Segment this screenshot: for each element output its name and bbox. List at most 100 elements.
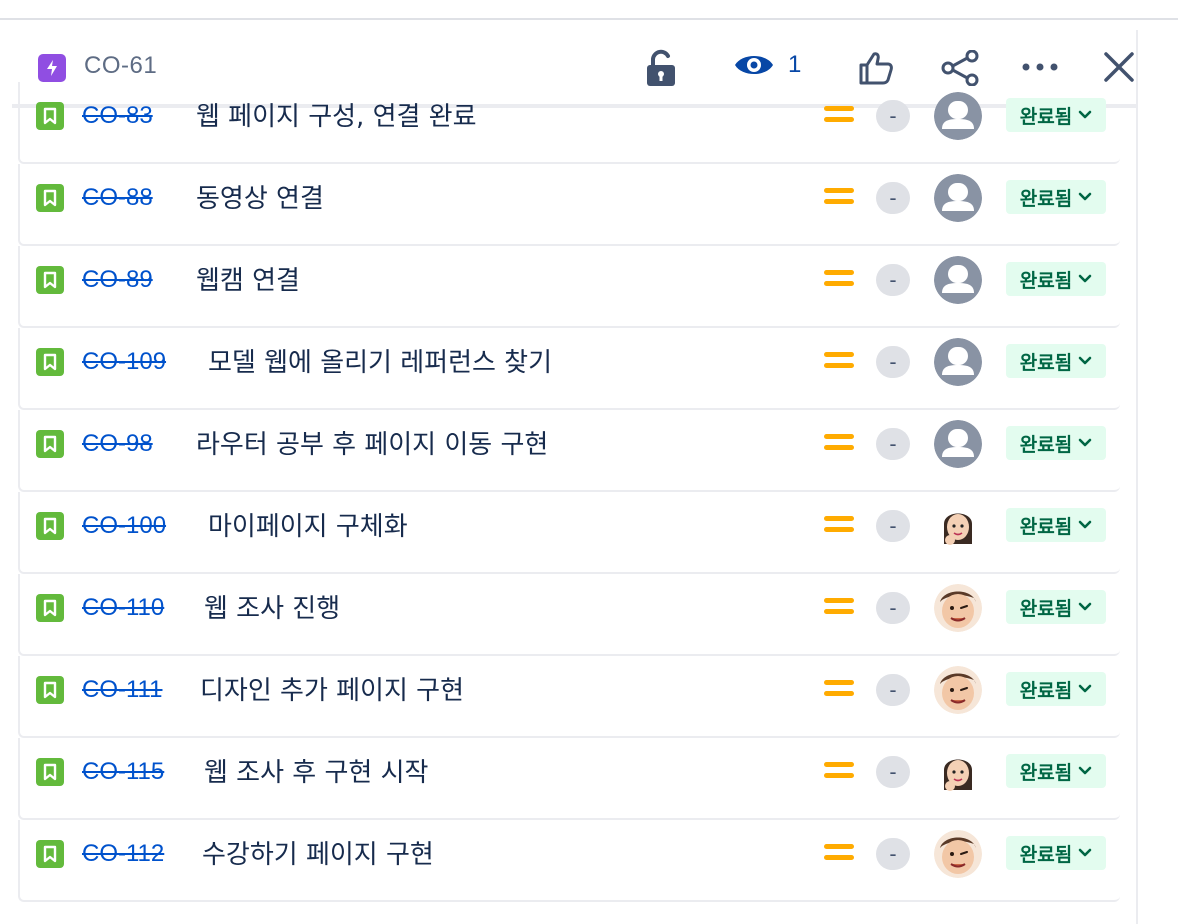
status-label: 완료됨 <box>1019 597 1073 620</box>
status-label: 완료됨 <box>1019 433 1073 456</box>
priority-medium-icon <box>824 760 854 782</box>
story-bookmark-icon <box>36 758 64 786</box>
child-issue-summary[interactable]: 디자인 추가 페이지 구현 <box>200 670 464 707</box>
vote-button[interactable] <box>858 50 894 86</box>
estimate-badge: - <box>876 346 910 378</box>
child-issues-list: CO-83 웹 페이지 구성, 연결 완료 - 완료됨 CO-88 동영상 연결 - 완료됨 C… <box>18 82 1120 902</box>
chevron-down-icon <box>1078 110 1092 120</box>
top-divider <box>0 18 1178 20</box>
priority-medium-icon <box>824 596 854 618</box>
child-issue-key-link[interactable]: CO-111 <box>82 676 162 704</box>
priority-medium-icon <box>824 104 854 126</box>
status-label: 완료됨 <box>1019 843 1073 866</box>
estimate-badge: - <box>876 838 910 870</box>
chevron-down-icon <box>1078 356 1092 366</box>
child-issue-row[interactable]: CO-98 라우터 공부 후 페이지 이동 구현 - 완료됨 <box>18 410 1120 492</box>
watch-count: 1 <box>788 51 802 78</box>
assignee-avatar[interactable] <box>934 174 982 222</box>
status-label: 완료됨 <box>1019 761 1073 784</box>
child-issue-summary[interactable]: 웹 조사 진행 <box>204 588 340 625</box>
chevron-down-icon <box>1078 766 1092 776</box>
epic-lightning-icon[interactable] <box>38 54 66 82</box>
close-button[interactable] <box>1102 50 1136 84</box>
priority-medium-icon <box>824 186 854 208</box>
story-bookmark-icon <box>36 430 64 458</box>
child-issue-row[interactable]: CO-110 웹 조사 진행 - 완료됨 <box>18 574 1120 656</box>
priority-medium-icon <box>824 432 854 454</box>
thumbs-up-icon <box>859 52 893 85</box>
assignee-avatar[interactable] <box>934 92 982 140</box>
status-dropdown[interactable]: 완료됨 <box>1006 98 1106 132</box>
status-dropdown[interactable]: 완료됨 <box>1006 344 1106 378</box>
estimate-badge: - <box>876 592 910 624</box>
child-issue-row[interactable]: CO-111 디자인 추가 페이지 구현 - 완료됨 <box>18 656 1120 738</box>
story-bookmark-icon <box>36 676 64 704</box>
estimate-badge: - <box>876 510 910 542</box>
child-issue-summary[interactable]: 웹 페이지 구성, 연결 완료 <box>196 96 477 133</box>
story-bookmark-icon <box>36 840 64 868</box>
priority-medium-icon <box>824 678 854 700</box>
assignee-avatar[interactable] <box>934 748 982 796</box>
assignee-avatar[interactable] <box>934 420 982 468</box>
estimate-badge: - <box>876 100 910 132</box>
more-actions-button[interactable] <box>1020 60 1060 74</box>
assignee-avatar[interactable] <box>934 830 982 878</box>
child-issue-row[interactable]: CO-89 웹캠 연결 - 완료됨 <box>18 246 1120 328</box>
child-issue-key-link[interactable]: CO-89 <box>82 266 153 294</box>
child-issue-row[interactable]: CO-100 마이페이지 구체화 - 완료됨 <box>18 492 1120 574</box>
assignee-avatar[interactable] <box>934 584 982 632</box>
chevron-down-icon <box>1078 848 1092 858</box>
story-bookmark-icon <box>36 266 64 294</box>
status-label: 완료됨 <box>1019 105 1073 128</box>
estimate-badge: - <box>876 674 910 706</box>
status-label: 완료됨 <box>1019 187 1073 210</box>
story-bookmark-icon <box>36 512 64 540</box>
status-dropdown[interactable]: 완료됨 <box>1006 180 1106 214</box>
status-dropdown[interactable]: 완료됨 <box>1006 672 1106 706</box>
child-issue-key-link[interactable]: CO-115 <box>82 758 164 786</box>
child-issue-row[interactable]: CO-115 웹 조사 후 구현 시작 - 완료됨 <box>18 738 1120 820</box>
assignee-avatar[interactable] <box>934 256 982 304</box>
child-issue-row[interactable]: CO-112 수강하기 페이지 구현 - 완료됨 <box>18 820 1120 902</box>
child-issue-summary[interactable]: 동영상 연결 <box>196 178 324 215</box>
status-dropdown[interactable]: 완료됨 <box>1006 262 1106 296</box>
child-issue-key-link[interactable]: CO-109 <box>82 348 166 376</box>
child-issue-row[interactable]: CO-109 모델 웹에 올리기 레퍼런스 찾기 - 완료됨 <box>18 328 1120 410</box>
status-dropdown[interactable]: 완료됨 <box>1006 508 1106 542</box>
estimate-badge: - <box>876 756 910 788</box>
status-dropdown[interactable]: 완료됨 <box>1006 590 1106 624</box>
child-issue-row[interactable]: CO-83 웹 페이지 구성, 연결 완료 - 완료됨 <box>18 82 1120 164</box>
watch-button[interactable]: 1 <box>734 50 801 80</box>
chevron-down-icon <box>1078 684 1092 694</box>
close-icon <box>1104 52 1134 82</box>
share-button[interactable] <box>940 50 980 86</box>
chevron-down-icon <box>1078 274 1092 284</box>
child-issue-summary[interactable]: 웹 조사 후 구현 시작 <box>204 752 428 789</box>
child-issue-key-link[interactable]: CO-112 <box>82 840 164 868</box>
child-issue-key-link[interactable]: CO-98 <box>82 430 153 458</box>
priority-medium-icon <box>824 268 854 290</box>
status-dropdown[interactable]: 완료됨 <box>1006 754 1106 788</box>
child-issue-summary[interactable]: 수강하기 페이지 구현 <box>202 834 434 871</box>
assignee-avatar[interactable] <box>934 502 982 550</box>
assignee-avatar[interactable] <box>934 338 982 386</box>
status-dropdown[interactable]: 완료됨 <box>1006 836 1106 870</box>
child-issue-summary[interactable]: 라우터 공부 후 페이지 이동 구현 <box>196 424 548 461</box>
priority-medium-icon <box>824 350 854 372</box>
child-issue-key-link[interactable]: CO-88 <box>82 184 153 212</box>
child-issue-row[interactable]: CO-88 동영상 연결 - 완료됨 <box>18 164 1120 246</box>
priority-medium-icon <box>824 842 854 864</box>
child-issue-summary[interactable]: 마이페이지 구체화 <box>208 506 408 543</box>
child-issue-summary[interactable]: 모델 웹에 올리기 레퍼런스 찾기 <box>208 342 552 379</box>
status-label: 완료됨 <box>1019 679 1073 702</box>
child-issue-summary[interactable]: 웹캠 연결 <box>196 260 300 297</box>
estimate-badge: - <box>876 428 910 460</box>
assignee-avatar[interactable] <box>934 666 982 714</box>
issue-key-link[interactable]: CO-61 <box>84 52 157 80</box>
child-issue-key-link[interactable]: CO-110 <box>82 594 164 622</box>
story-bookmark-icon <box>36 102 64 130</box>
child-issue-key-link[interactable]: CO-100 <box>82 512 166 540</box>
priority-medium-icon <box>824 514 854 536</box>
status-dropdown[interactable]: 완료됨 <box>1006 426 1106 460</box>
child-issue-key-link[interactable]: CO-83 <box>82 102 153 130</box>
